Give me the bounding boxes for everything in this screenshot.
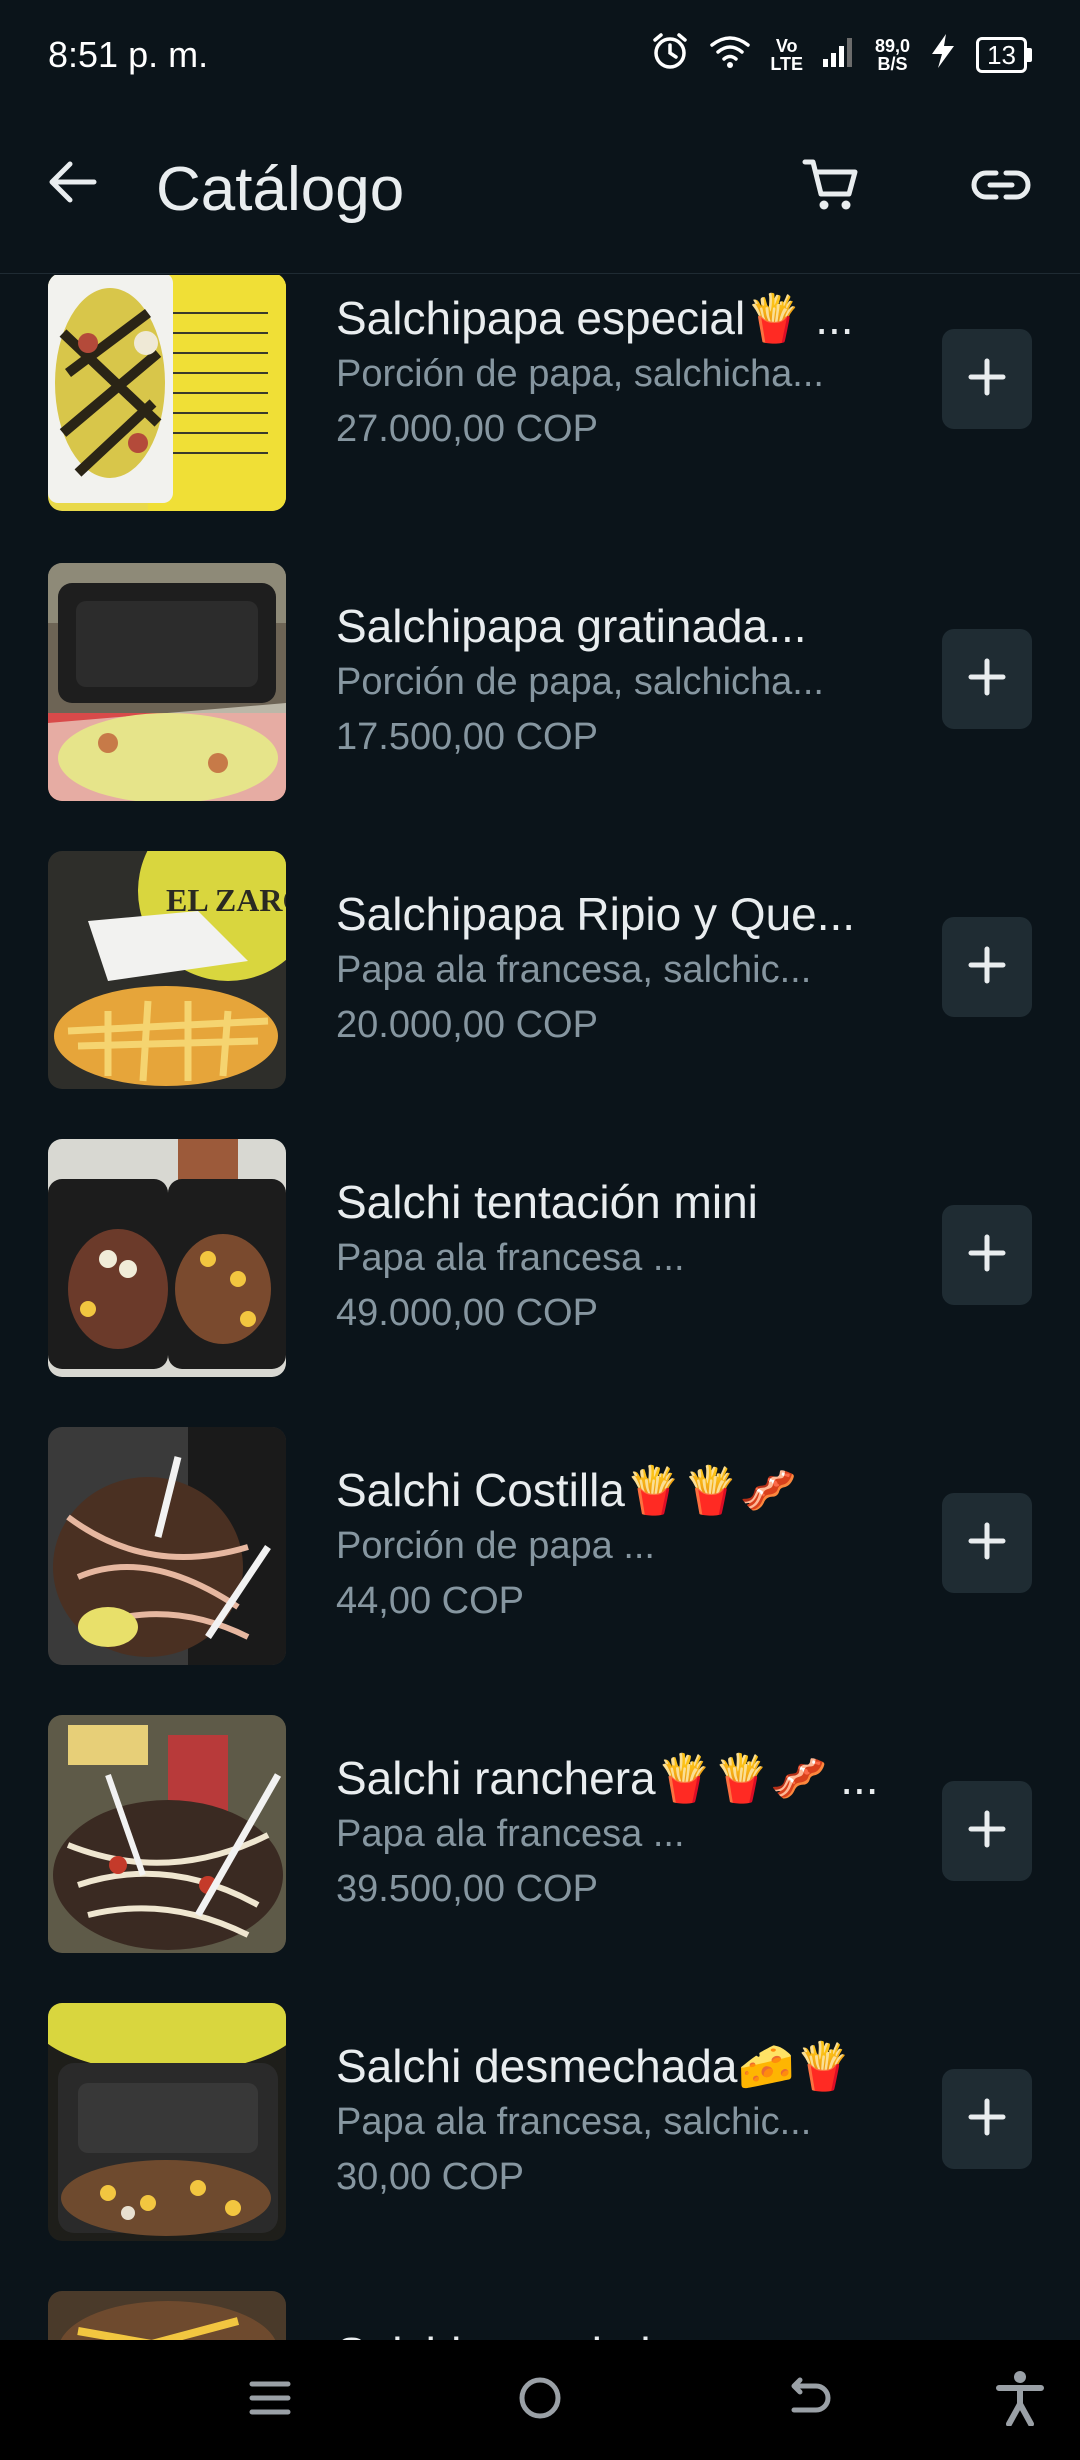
item-description: Porción de papa, salchicha...	[336, 353, 824, 395]
speed-top: 89,0	[875, 36, 911, 56]
cart-button[interactable]	[796, 152, 866, 222]
catalog-item[interactable]: Salchipapa de la casa...	[0, 2291, 1080, 2340]
product-thumbnail	[48, 2291, 286, 2340]
wifi-icon	[708, 31, 752, 79]
home-circle-icon	[516, 2374, 564, 2427]
item-text: Salchi ranchera🍟🍟🥓 ... Papa ala francesa…	[336, 1749, 876, 1917]
item-name: Salchi tentación mini	[336, 1176, 758, 1228]
catalog-screen: 8:51 p. m. Vo LTE 89,0 B/S 13 Catálogo S…	[0, 0, 1080, 2460]
add-to-cart-button[interactable]	[942, 1781, 1032, 1881]
product-thumbnail	[48, 1715, 286, 1953]
product-thumbnail	[48, 563, 286, 801]
item-description: Papa ala francesa, salchic...	[336, 2101, 812, 2143]
catalog-list: Salchipapa especial🍟 ... Porción de papa…	[0, 275, 1080, 2340]
catalog-item[interactable]: Salchi Costilla🍟🍟🥓 Porción de papa ... 4…	[0, 1427, 1080, 1715]
plus-icon	[967, 657, 1007, 702]
item-price: 49.000,00 COP	[336, 1292, 598, 1334]
item-price: 39.500,00 COP	[336, 1868, 598, 1910]
status-icons: Vo LTE 89,0 B/S 13	[650, 31, 1032, 79]
catalog-item[interactable]: Salchipapa gratinada... Porción de papa,…	[0, 563, 1080, 851]
plus-icon	[967, 1809, 1007, 1854]
item-name: Salchipapa especial🍟 ...	[336, 292, 854, 344]
item-description: Papa ala francesa ...	[336, 1813, 685, 1855]
item-name: Salchipapa Ripio y Que...	[336, 888, 856, 940]
add-to-cart-button[interactable]	[942, 329, 1032, 429]
item-text: Salchipapa gratinada... Porción de papa,…	[336, 597, 876, 765]
item-description: Porción de papa ...	[336, 1525, 655, 1567]
plus-icon	[967, 945, 1007, 990]
item-text: Salchipapa Ripio y Que... Papa ala franc…	[336, 885, 876, 1053]
item-price: 20.000,00 COP	[336, 1004, 598, 1046]
system-nav-bar	[0, 2340, 1080, 2460]
menu-icon	[248, 2376, 292, 2425]
back-button[interactable]	[40, 152, 104, 216]
plus-icon	[967, 2097, 1007, 2142]
item-name: Salchi desmechada🧀🍟	[336, 2040, 853, 2092]
arrow-left-icon	[44, 154, 100, 215]
accessibility-icon	[995, 2370, 1045, 2431]
catalog-item[interactable]: Salchipapa especial🍟 ... Porción de papa…	[0, 275, 1080, 563]
item-text: Salchi desmechada🧀🍟 Papa ala francesa, s…	[336, 2037, 876, 2205]
add-to-cart-button[interactable]	[942, 917, 1032, 1017]
speed-bottom: B/S	[877, 54, 908, 74]
alarm-icon	[650, 31, 690, 79]
item-price: 17.500,00 COP	[336, 716, 598, 758]
add-to-cart-button[interactable]	[942, 629, 1032, 729]
item-name: Salchipapa gratinada...	[336, 600, 807, 652]
product-thumbnail	[48, 1139, 286, 1377]
item-description: Papa ala francesa ...	[336, 1237, 685, 1279]
cart-icon	[802, 156, 860, 219]
item-description: Papa ala francesa, salchic...	[336, 949, 812, 991]
plus-icon	[967, 1233, 1007, 1278]
plus-icon	[967, 1521, 1007, 1566]
plus-icon	[967, 357, 1007, 402]
add-to-cart-button[interactable]	[942, 2069, 1032, 2169]
share-link-button[interactable]	[966, 152, 1036, 222]
add-to-cart-button[interactable]	[942, 1205, 1032, 1305]
catalog-item[interactable]: Salchi tentación mini Papa ala francesa …	[0, 1139, 1080, 1427]
item-price: 27.000,00 COP	[336, 408, 598, 450]
catalog-item[interactable]: Salchi desmechada🧀🍟 Papa ala francesa, s…	[0, 2003, 1080, 2291]
page-title: Catálogo	[156, 155, 405, 224]
item-name: Salchi ranchera🍟🍟🥓 ...	[336, 1752, 876, 1804]
volte-top: Vo	[775, 36, 798, 56]
charging-icon	[928, 32, 958, 78]
catalog-item[interactable]: Salchi ranchera🍟🍟🥓 ... Papa ala francesa…	[0, 1715, 1080, 2003]
item-name: Salchipapa de la casa...	[336, 2325, 876, 2340]
nav-back-button[interactable]	[780, 2370, 840, 2430]
toolbar: Catálogo	[0, 110, 1080, 274]
nav-menu-button[interactable]	[240, 2370, 300, 2430]
item-price: 30,00 COP	[336, 2156, 524, 2198]
status-bar: 8:51 p. m. Vo LTE 89,0 B/S 13	[0, 0, 1080, 110]
item-text: Salchi tentación mini Papa ala francesa …	[336, 1173, 876, 1341]
volte-indicator: Vo LTE	[770, 37, 803, 73]
product-thumbnail	[48, 1427, 286, 1665]
volte-bottom: LTE	[770, 54, 804, 74]
status-time: 8:51 p. m.	[48, 34, 209, 75]
link-icon	[970, 165, 1032, 210]
back-icon	[786, 2374, 834, 2427]
item-text: Salchi Costilla🍟🍟🥓 Porción de papa ... 4…	[336, 1461, 876, 1629]
add-to-cart-button[interactable]	[942, 1493, 1032, 1593]
item-name: Salchi Costilla🍟🍟🥓	[336, 1464, 797, 1516]
network-speed: 89,0 B/S	[875, 37, 910, 73]
product-thumbnail: EL ZARCO	[48, 851, 286, 1089]
nav-accessibility-button[interactable]	[990, 2370, 1050, 2430]
battery-tip	[1027, 48, 1032, 62]
item-text: Salchipapa de la casa...	[336, 2325, 876, 2340]
item-price: 44,00 COP	[336, 1580, 524, 1622]
product-thumbnail	[48, 2003, 286, 2241]
signal-icon	[821, 33, 857, 77]
item-description: Porción de papa, salchicha...	[336, 661, 824, 703]
product-thumbnail	[48, 275, 286, 511]
battery-indicator: 13	[976, 37, 1032, 73]
item-text: Salchipapa especial🍟 ... Porción de papa…	[336, 289, 876, 457]
battery-level: 13	[976, 37, 1027, 73]
catalog-item[interactable]: EL ZARCO Salchipapa Ripio y Que... Papa …	[0, 851, 1080, 1139]
nav-home-button[interactable]	[510, 2370, 570, 2430]
